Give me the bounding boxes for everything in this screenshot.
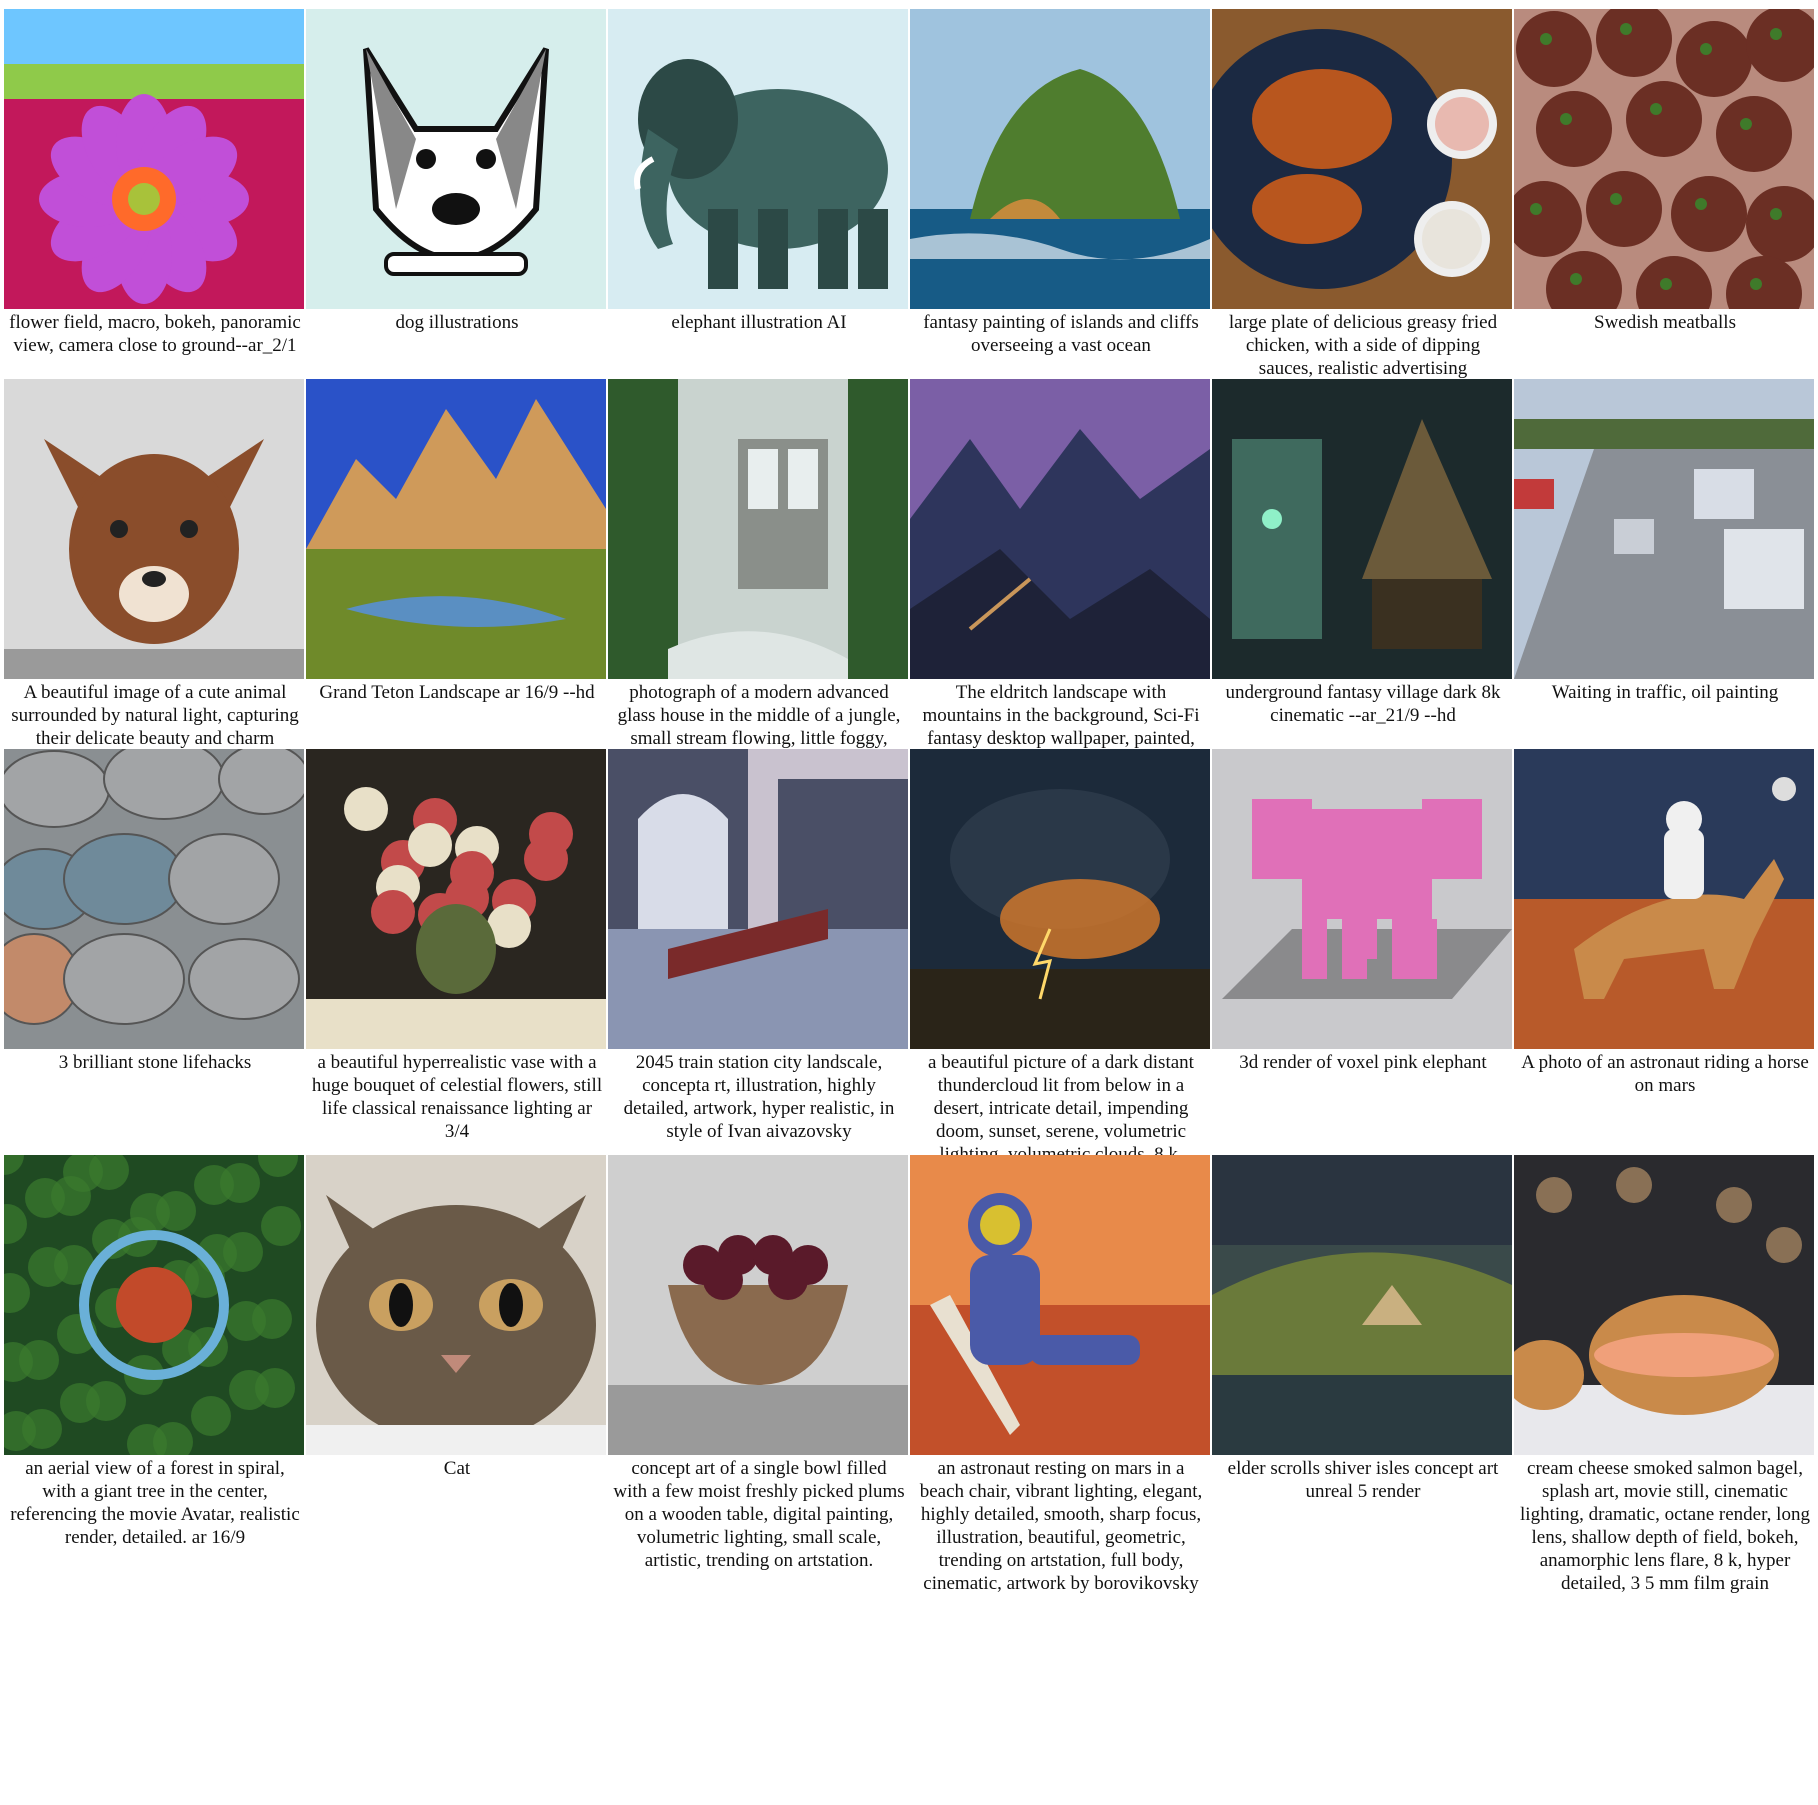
image-caption: an aerial view of a forest in spiral, wi…	[10, 1458, 300, 1548]
grid-item: 3 brilliant stone lifehacks	[4, 749, 306, 1155]
grid-item: underground fantasy village dark 8k cine…	[1212, 379, 1514, 749]
astronaut-horse-image	[1514, 749, 1814, 1049]
image-caption: Cat	[443, 1458, 471, 1479]
grid-item: 2045 train station city landscale, conce…	[608, 749, 910, 1155]
grid-item: large plate of delicious greasy fried ch…	[1212, 9, 1514, 425]
grid-item: an aerial view of a forest in spiral, wi…	[4, 1155, 306, 1575]
pink-elephant-image	[1212, 749, 1512, 1049]
salmon-bagel-image	[1514, 1155, 1814, 1455]
train-station-image	[608, 749, 908, 1049]
grid-row: flower field, macro, bokeh, panoramic vi…	[4, 9, 1816, 425]
grid-item: elephant illustration AI	[608, 9, 910, 379]
grid-item: A beautiful image of a cute animal surro…	[4, 379, 306, 749]
grid-item: Waiting in traffic, oil painting	[1514, 379, 1816, 749]
plum-bowl-image-illustration	[608, 1155, 908, 1455]
stones-image-illustration	[4, 749, 304, 1049]
shiver-isles-image	[1212, 1155, 1512, 1455]
flower-image-illustration	[4, 9, 304, 309]
grid-item: Grand Teton Landscape ar 16/9 --hd	[306, 379, 608, 749]
image-caption: A photo of an astronaut riding a horse o…	[1521, 1052, 1809, 1096]
image-caption: elephant illustration AI	[671, 312, 847, 333]
grid-item: fantasy painting of islands and cliffs o…	[910, 9, 1212, 379]
meatballs-image	[1514, 9, 1814, 309]
plum-bowl-image	[608, 1155, 908, 1455]
cat-image	[306, 1155, 606, 1455]
image-caption: A beautiful image of a cute animal surro…	[11, 682, 299, 749]
image-caption: an astronaut resting on mars in a beach …	[919, 1458, 1203, 1594]
fried-chicken-image-illustration	[1212, 9, 1512, 309]
astronaut-beach-chair-image-illustration	[910, 1155, 1210, 1455]
grid-item: 3d render of voxel pink elephant	[1212, 749, 1514, 1155]
eldritch-landscape-image	[910, 379, 1210, 679]
cat-image-illustration	[306, 1155, 606, 1455]
glass-house-image-illustration	[608, 379, 908, 679]
forest-spiral-image	[4, 1155, 304, 1455]
flower-image	[4, 9, 304, 309]
grid-item: flower field, macro, bokeh, panoramic vi…	[4, 9, 306, 379]
dog-image	[306, 9, 606, 309]
mountain-landscape-image-illustration	[306, 379, 606, 679]
image-caption: concept art of a single bowl filled with…	[613, 1458, 905, 1571]
grid-row: A beautiful image of a cute animal surro…	[4, 379, 1816, 772]
thundercloud-image	[910, 749, 1210, 1049]
island-image-illustration	[910, 9, 1210, 309]
shiver-isles-image-illustration	[1212, 1155, 1512, 1455]
image-grid: flower field, macro, bokeh, panoramic vi…	[4, 9, 1816, 1594]
image-caption: 3 brilliant stone lifehacks	[58, 1052, 252, 1073]
grid-item: photograph of a modern advanced glass ho…	[608, 379, 910, 772]
grid-item: The eldritch landscape with mountains in…	[910, 379, 1212, 772]
eldritch-landscape-image-illustration	[910, 379, 1210, 679]
grid-item: a beautiful picture of a dark distant th…	[910, 749, 1212, 1211]
image-caption: 3d render of voxel pink elephant	[1239, 1052, 1487, 1073]
image-caption: a beautiful hyperrealistic vase with a h…	[311, 1052, 603, 1142]
elephant-image-illustration	[608, 9, 908, 309]
image-caption: elder scrolls shiver isles concept art u…	[1227, 1458, 1499, 1502]
image-caption: Swedish meatballs	[1594, 312, 1736, 333]
cute-animal-image-illustration	[4, 379, 304, 679]
image-caption: Grand Teton Landscape ar 16/9 --hd	[319, 682, 595, 703]
image-caption: cream cheese smoked salmon bagel, splash…	[1520, 1458, 1810, 1594]
grid-item: dog illustrations	[306, 9, 608, 379]
image-caption: flower field, macro, bokeh, panoramic vi…	[9, 312, 301, 356]
grid-item: elder scrolls shiver isles concept art u…	[1212, 1155, 1514, 1575]
glass-house-image	[608, 379, 908, 679]
grid-row: an aerial view of a forest in spiral, wi…	[4, 1155, 1816, 1594]
stones-image	[4, 749, 304, 1049]
grid-item: concept art of a single bowl filled with…	[608, 1155, 910, 1575]
train-station-image-illustration	[608, 749, 908, 1049]
image-caption: underground fantasy village dark 8k cine…	[1225, 682, 1501, 726]
image-caption: dog illustrations	[395, 312, 519, 333]
forest-spiral-image-illustration	[4, 1155, 304, 1455]
image-caption: 2045 train station city landscale, conce…	[623, 1052, 895, 1142]
traffic-image	[1514, 379, 1814, 679]
pink-elephant-image-illustration	[1212, 749, 1512, 1049]
elephant-image	[608, 9, 908, 309]
thundercloud-image-illustration	[910, 749, 1210, 1049]
vase-bouquet-image-illustration	[306, 749, 606, 1049]
fantasy-village-image-illustration	[1212, 379, 1512, 679]
grid-item: A photo of an astronaut riding a horse o…	[1514, 749, 1816, 1155]
image-caption: fantasy painting of islands and cliffs o…	[923, 312, 1199, 356]
dog-image-illustration	[306, 9, 606, 309]
grid-item: cream cheese smoked salmon bagel, splash…	[1514, 1155, 1816, 1594]
vase-bouquet-image	[306, 749, 606, 1049]
fantasy-village-image	[1212, 379, 1512, 679]
grid-item: a beautiful hyperrealistic vase with a h…	[306, 749, 608, 1155]
salmon-bagel-image-illustration	[1514, 1155, 1814, 1455]
astronaut-beach-chair-image	[910, 1155, 1210, 1455]
mountain-landscape-image	[306, 379, 606, 679]
fried-chicken-image	[1212, 9, 1512, 309]
cute-animal-image	[4, 379, 304, 679]
grid-item: Swedish meatballs	[1514, 9, 1816, 379]
island-image	[910, 9, 1210, 309]
meatballs-image-illustration	[1514, 9, 1814, 309]
grid-row: 3 brilliant stone lifehacks a beautiful h…	[4, 749, 1816, 1211]
image-caption: Waiting in traffic, oil painting	[1551, 682, 1779, 703]
grid-item: Cat	[306, 1155, 608, 1575]
grid-item: an astronaut resting on mars in a beach …	[910, 1155, 1212, 1594]
astronaut-horse-image-illustration	[1514, 749, 1814, 1049]
traffic-image-illustration	[1514, 379, 1814, 679]
